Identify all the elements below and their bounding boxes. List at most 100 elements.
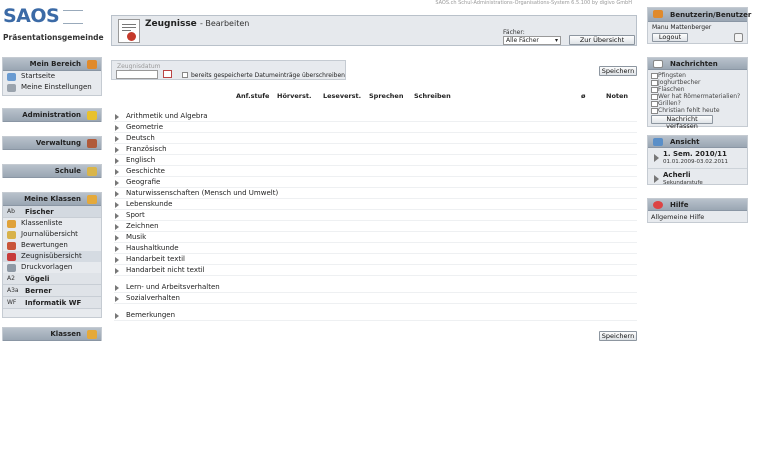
expand-icon [115,147,119,153]
save-button-top[interactable]: Speichern [599,66,637,76]
ansicht-panel-header: Ansicht [648,136,747,148]
behaviour-label: Lern- und Arbeitsverhalten [126,283,220,291]
expand-icon [115,257,119,263]
administration-header[interactable]: Administration [3,109,101,122]
printer-icon [7,264,16,272]
class-fischer[interactable]: Ab Fischer [3,206,101,218]
calendar-icon[interactable] [163,70,172,78]
zur-uebersicht-button[interactable]: Zur Übersicht [569,35,635,45]
sidebar-item-druckvorlagen[interactable]: Druckvorlagen [3,262,101,273]
sidebar-item-journaluebersicht[interactable]: Journalübersicht [3,229,101,240]
save-button-bottom[interactable]: Speichern [599,331,637,341]
logo[interactable]: SAOS Präsentationsgemeinde [3,6,104,46]
behaviour-row[interactable]: Sozialverhalten [114,293,637,304]
user-icon [653,10,663,18]
overwrite-checkbox[interactable] [182,72,188,78]
klassen-header[interactable]: Klassen [3,328,101,341]
faecher-label: Fächer: [503,29,525,36]
col-schreiben[interactable]: Schreiben [414,92,451,100]
verwaltung-header[interactable]: Verwaltung [3,137,101,150]
subject-row[interactable]: Englisch [114,155,637,166]
verwaltung-title: Verwaltung [35,139,81,147]
general-help-link[interactable]: Allgemeine Hilfe [648,211,747,223]
semester-selector[interactable]: 1. Sem. 2010/11 01.01.2009-03.02.2011 [648,148,747,169]
subject-row[interactable]: Musik [114,232,637,243]
subject-row[interactable]: Lebenskunde [114,199,637,210]
expand-icon [115,169,119,175]
sidebar-administration[interactable]: Administration [2,108,102,122]
remarks-row[interactable]: Bemerkungen [114,310,637,321]
subject-label: Musik [126,233,147,241]
subject-row[interactable]: Handarbeit textil [114,254,637,265]
sidebar-meine-klassen: Meine Klassen Ab Fischer Klassenliste Jo… [2,192,102,318]
subject-label: Arithmetik und Algebra [126,112,208,120]
sidebar-item-startseite[interactable]: Startseite [3,71,101,82]
news-item[interactable]: Wer hat Römermaterialien? [648,93,747,100]
expand-icon [115,125,119,131]
subject-label: Geschichte [126,167,165,175]
sidebar-klassen[interactable]: Klassen [2,327,102,341]
subject-row[interactable]: Deutsch [114,133,637,144]
news-item[interactable]: Christian fehlt heute [648,107,747,114]
col-hoerverst[interactable]: Hörverst. [277,92,311,100]
col-leseverst[interactable]: Leseverst. [323,92,361,100]
help-panel-title: Hilfe [670,201,689,209]
news-item[interactable]: Joghurtbecher [648,79,747,86]
col-noten[interactable]: Noten [606,92,628,100]
behaviour-row[interactable]: Lern- und Arbeitsverhalten [114,282,637,293]
news-item[interactable]: Grillen? [648,100,747,107]
faecher-select[interactable]: Alle Fächer ▾ [503,36,561,45]
col-average[interactable]: ø [581,92,585,100]
subject-row[interactable]: Handarbeit nicht textil [114,265,637,276]
user-icon [87,60,97,69]
refresh-icon[interactable] [734,33,743,42]
sidebar-item-bewertungen[interactable]: Bewertungen [3,240,101,251]
subject-label: Lebenskunde [126,200,173,208]
subject-row[interactable]: Französisch [114,144,637,155]
class-code: A3a [7,287,19,294]
meine-klassen-header[interactable]: Meine Klassen [3,193,101,206]
semester-dates: 01.01.2009-03.02.2011 [663,159,728,165]
compose-message-button[interactable]: Nachricht verfassen [651,115,713,130]
news-item[interactable]: Flaschen [648,86,747,93]
subject-row[interactable]: Arithmetik und Algebra [114,111,637,122]
sidebar-item-zeugnisuebersicht[interactable]: Zeugnisübersicht [3,251,101,262]
help-panel-header: Hilfe [648,199,747,211]
class-voegeli[interactable]: A2 Vögeli [3,273,101,285]
certificate-icon [118,19,140,43]
school-selector[interactable]: Acherli Sekundarstufe [648,169,747,190]
behaviour-label: Sozialverhalten [126,294,180,302]
class-berner[interactable]: A3a Berner [3,285,101,297]
subject-row[interactable]: Haushaltkunde [114,243,637,254]
subject-row[interactable]: Zeichnen [114,221,637,232]
subject-row[interactable]: Geschichte [114,166,637,177]
date-input[interactable] [116,70,158,79]
subject-row[interactable]: Naturwissenschaften (Mensch und Umwelt) [114,188,637,199]
klassen-title: Klassen [50,330,81,338]
user-panel-header: Benutzerin/Benutzer [648,8,751,22]
col-sprechen[interactable]: Sprechen [369,92,403,100]
schule-header[interactable]: Schule [3,165,101,178]
subject-row[interactable]: Geografie [114,177,637,188]
subject-row[interactable]: Sport [114,210,637,221]
people-icon [7,220,16,228]
sidebar-item-klassenliste[interactable]: Klassenliste [3,218,101,229]
col-anf-stufe[interactable]: Anf.stufe [236,92,269,100]
expand-icon [115,313,119,319]
meine-klassen-title: Meine Klassen [24,195,81,203]
news-panel-title: Nachrichten [670,60,718,68]
class-name: Fischer [25,208,54,216]
news-item[interactable]: Pfingsten [648,72,747,79]
class-informatik-wf[interactable]: WF Informatik WF [3,297,101,309]
class-code: A2 [7,275,15,282]
system-info: SAOS.ch Schul-Administrations-Organisati… [435,0,632,6]
mein-bereich-header[interactable]: Mein Bereich [3,58,101,71]
remarks-label: Bemerkungen [126,311,176,319]
subject-row[interactable]: Geometrie [114,122,637,133]
lifebuoy-icon [653,201,663,209]
sidebar-schule[interactable]: Schule [2,164,102,178]
sidebar-item-meine-einstellungen[interactable]: Meine Einstellungen [3,82,101,93]
expand-icon [115,246,119,252]
logout-button[interactable]: Logout [652,33,688,42]
sidebar-verwaltung[interactable]: Verwaltung [2,136,102,150]
